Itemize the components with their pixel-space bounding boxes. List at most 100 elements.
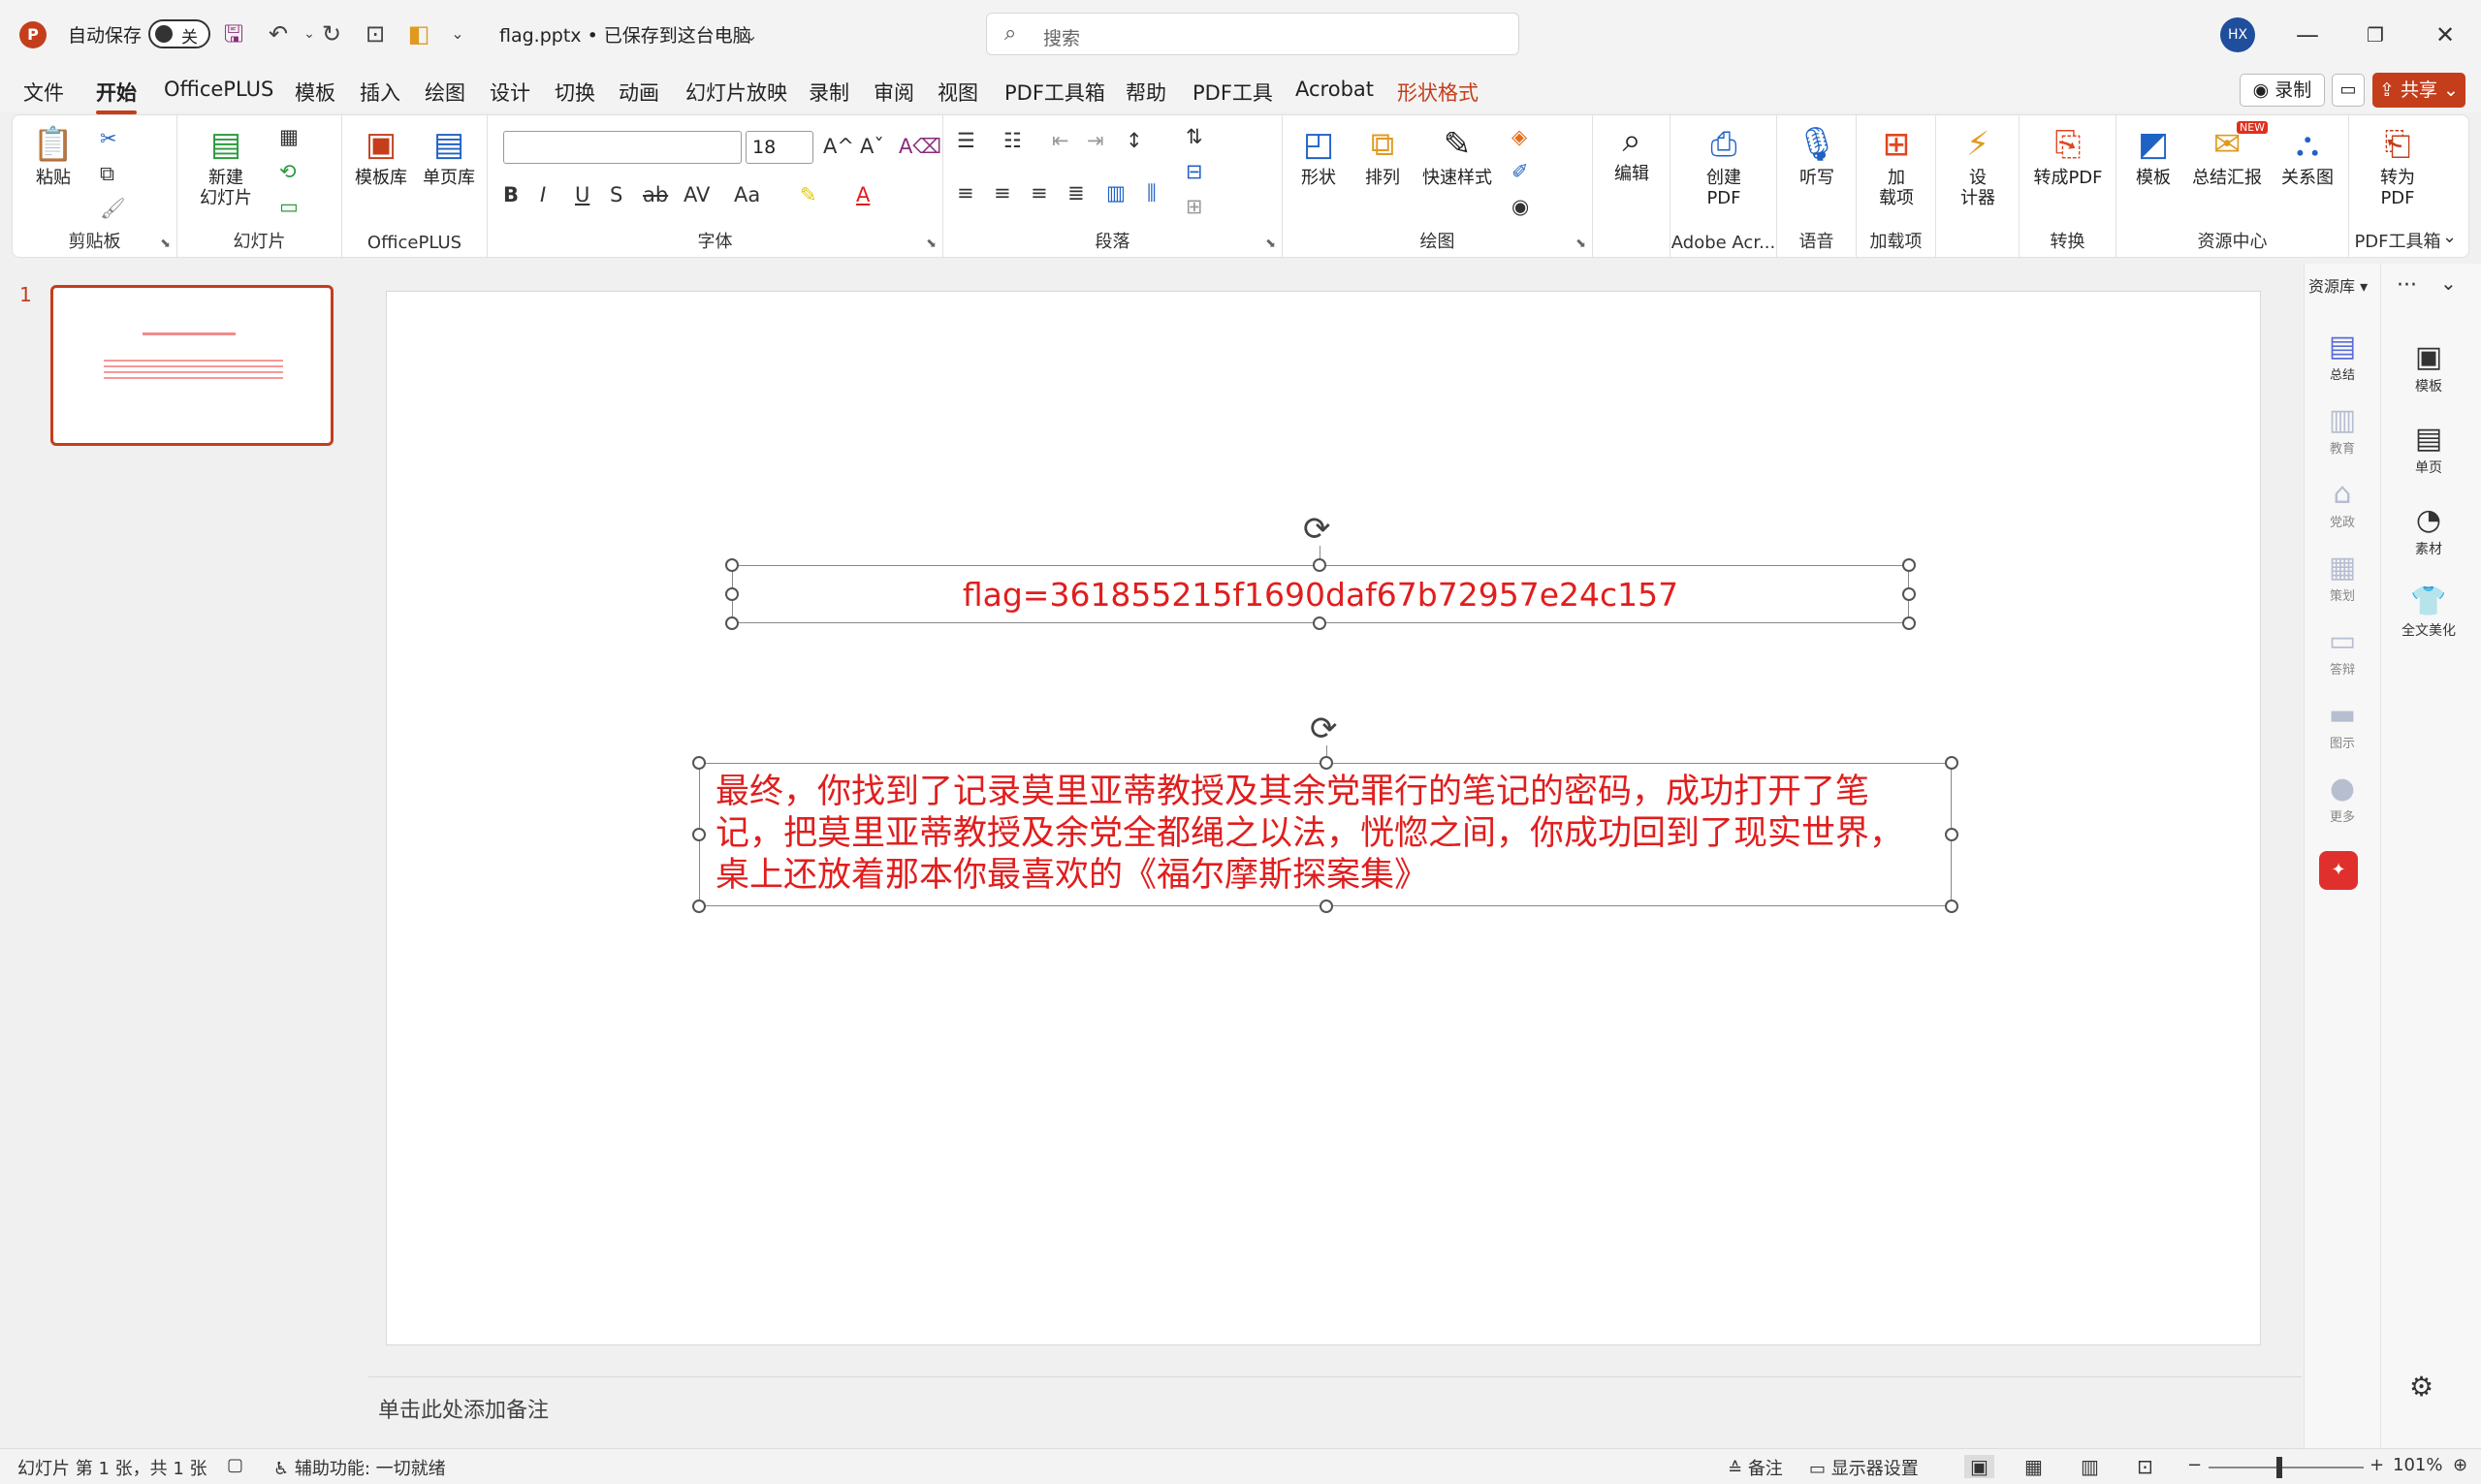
strikethrough-icon[interactable]: ab bbox=[643, 181, 668, 208]
new-slide-button[interactable]: ▤ 新建 幻灯片 bbox=[187, 125, 265, 208]
resize-handle[interactable] bbox=[725, 558, 739, 572]
theme-icon[interactable]: ◧ bbox=[402, 17, 435, 50]
normal-view-icon[interactable]: ▣ bbox=[1964, 1455, 1994, 1478]
flag-text[interactable]: flag=361855215f1690daf67b72957e24c157 bbox=[733, 576, 1908, 614]
comments-icon[interactable]: ▭ bbox=[2332, 74, 2365, 107]
spelling-icon[interactable]: ▢ bbox=[227, 1455, 243, 1475]
underline-icon[interactable]: U bbox=[575, 181, 589, 208]
tab-transitions[interactable]: 切换 bbox=[555, 78, 595, 107]
collapse-ribbon-icon[interactable]: ⌄ bbox=[2442, 224, 2457, 251]
numbering-icon[interactable]: ☷ bbox=[1003, 127, 1022, 154]
search-box[interactable]: ⌕ 搜索 bbox=[986, 13, 1519, 55]
panel-material[interactable]: ◔ 素材 bbox=[2385, 502, 2472, 558]
tab-file[interactable]: 文件 bbox=[23, 78, 64, 107]
customize-toolbar-icon[interactable]: ⌄ bbox=[441, 17, 474, 50]
record-button[interactable]: ◉ 录制 bbox=[2240, 74, 2325, 107]
cut-icon[interactable]: ✂ bbox=[100, 125, 117, 152]
rotate-handle-icon[interactable]: ⟳ bbox=[1303, 513, 1331, 546]
resize-handle[interactable] bbox=[692, 756, 706, 770]
panel-template[interactable]: ▣ 模板 bbox=[2385, 339, 2472, 395]
align-right-icon[interactable]: ≡ bbox=[1031, 179, 1048, 206]
tab-acrobat[interactable]: Acrobat bbox=[1295, 78, 1374, 101]
reset-icon[interactable]: ⟲ bbox=[279, 158, 297, 185]
notes-pane[interactable]: 单击此处添加备注 bbox=[368, 1376, 2302, 1446]
undo-icon[interactable]: ↶ bbox=[262, 17, 295, 50]
rotate-handle-icon[interactable]: ⟳ bbox=[1310, 712, 1338, 745]
category-diagram[interactable]: ▬ 图示 bbox=[2304, 698, 2381, 751]
tab-design[interactable]: 设计 bbox=[490, 78, 530, 107]
restore-icon[interactable]: ❐ bbox=[2356, 17, 2395, 52]
resize-handle[interactable] bbox=[1902, 616, 1916, 630]
story-text[interactable]: 最终，你找到了记录莫里亚蒂教授及其余党罪行的笔记的密码，成功打开了笔 记，把莫里… bbox=[716, 772, 1903, 897]
zoom-slider-thumb[interactable] bbox=[2276, 1457, 2282, 1478]
single-page-lib-button[interactable]: ▤ 单页库 bbox=[415, 125, 483, 188]
smartart-icon[interactable]: ⊞ bbox=[1186, 193, 1203, 220]
tab-record[interactable]: 录制 bbox=[809, 78, 849, 107]
arrange-button[interactable]: ⧉ 排列 bbox=[1351, 125, 1415, 188]
resize-handle[interactable] bbox=[1945, 828, 1958, 841]
clear-format-icon[interactable]: A⌫ bbox=[899, 133, 941, 160]
resize-handle[interactable] bbox=[725, 616, 739, 630]
tab-review[interactable]: 审阅 bbox=[874, 78, 914, 107]
tab-officeplus[interactable]: OfficePLUS bbox=[164, 78, 273, 101]
panel-beautify[interactable]: 👕 全文美化 bbox=[2385, 584, 2472, 640]
char-spacing-icon[interactable]: AV bbox=[684, 181, 710, 208]
reading-view-icon[interactable]: ▥ bbox=[2081, 1455, 2099, 1478]
font-name-select[interactable] bbox=[503, 131, 742, 164]
addins-button[interactable]: ⊞ 加 载项 bbox=[1862, 125, 1930, 208]
tab-animations[interactable]: 动画 bbox=[619, 78, 659, 107]
panel-chevron-down-icon[interactable]: ⌄ bbox=[2440, 271, 2457, 295]
resource-template-button[interactable]: ◩ 模板 bbox=[2124, 125, 2182, 188]
tab-help[interactable]: 帮助 bbox=[1126, 78, 1166, 107]
settings-gear-icon[interactable]: ⚙ bbox=[2409, 1371, 2433, 1403]
autosave-toggle[interactable]: 关 bbox=[148, 19, 210, 48]
tab-home[interactable]: 开始 bbox=[96, 78, 137, 114]
minimize-icon[interactable]: — bbox=[2288, 17, 2327, 52]
section-icon[interactable]: ▭ bbox=[279, 193, 299, 220]
format-painter-icon[interactable]: 🖌 bbox=[100, 195, 126, 222]
summary-report-button[interactable]: ✉ 总结汇报 bbox=[2188, 125, 2266, 188]
category-education[interactable]: ▥ 教育 bbox=[2304, 403, 2381, 457]
change-case-icon[interactable]: Aa bbox=[734, 181, 760, 208]
designer-button[interactable]: ⚡ 设 计器 bbox=[1942, 125, 2014, 208]
bold-icon[interactable]: B bbox=[503, 181, 519, 208]
tab-pdf-toolbox[interactable]: PDF工具箱 bbox=[1004, 78, 1105, 107]
font-color-icon[interactable]: A bbox=[856, 181, 870, 208]
resize-handle[interactable] bbox=[1313, 616, 1326, 630]
close-icon[interactable]: ✕ bbox=[2426, 17, 2465, 52]
shape-fill-icon[interactable]: ◈ bbox=[1511, 123, 1527, 150]
tab-insert[interactable]: 插入 bbox=[360, 78, 400, 107]
columns-icon[interactable]: ⫼ bbox=[1147, 179, 1157, 206]
resize-handle[interactable] bbox=[692, 900, 706, 913]
category-planning[interactable]: ▦ 策划 bbox=[2304, 551, 2381, 604]
resize-handle[interactable] bbox=[1945, 900, 1958, 913]
display-settings[interactable]: ▭ 显示器设置 bbox=[1809, 1455, 1919, 1480]
highlight-icon[interactable]: ✎ bbox=[800, 181, 817, 208]
category-government[interactable]: ⌂ 党政 bbox=[2304, 477, 2381, 530]
title-chevron-down-icon[interactable]: ⌄ bbox=[735, 19, 768, 52]
decrease-indent-icon[interactable]: ⇤ bbox=[1052, 127, 1069, 154]
dictate-button[interactable]: 🎙 听写 bbox=[1783, 125, 1851, 188]
flag-textbox[interactable]: flag=361855215f1690daf67b72957e24c157 bbox=[732, 565, 1909, 623]
paste-button[interactable]: 📋 粘贴 bbox=[24, 125, 82, 188]
create-pdf-button[interactable]: ⎙ 创建 PDF bbox=[1680, 125, 1767, 208]
resize-handle[interactable] bbox=[1320, 900, 1333, 913]
fit-to-window-icon[interactable]: ⊕ bbox=[2453, 1455, 2467, 1475]
notes-toggle[interactable]: ≙ 备注 bbox=[1728, 1455, 1783, 1480]
editing-button[interactable]: ⌕ 编辑 bbox=[1599, 121, 1665, 184]
align-text-icon[interactable]: ⊟ bbox=[1186, 158, 1203, 185]
font-launcher-icon[interactable]: ⬊ bbox=[926, 237, 937, 251]
relation-chart-button[interactable]: ⛬ 关系图 bbox=[2272, 125, 2343, 188]
shape-outline-icon[interactable]: ✐ bbox=[1511, 158, 1529, 185]
resize-handle[interactable] bbox=[725, 587, 739, 601]
resize-handle[interactable] bbox=[1902, 558, 1916, 572]
bullets-icon[interactable]: ☰ bbox=[957, 127, 975, 154]
copy-icon[interactable]: ⧉ bbox=[100, 160, 114, 187]
save-icon[interactable]: 🖫 bbox=[217, 17, 250, 50]
zoom-slider-track[interactable] bbox=[2209, 1467, 2364, 1468]
zoom-level[interactable]: 101% bbox=[2393, 1455, 2442, 1475]
slide-canvas[interactable]: ⟳ flag=361855215f1690daf67b72957e24c157 … bbox=[386, 291, 2261, 1345]
justify-icon[interactable]: ≣ bbox=[1067, 179, 1085, 206]
template-lib-button[interactable]: ▣ 模板库 bbox=[347, 125, 415, 188]
shape-effects-icon[interactable]: ◉ bbox=[1511, 193, 1529, 220]
